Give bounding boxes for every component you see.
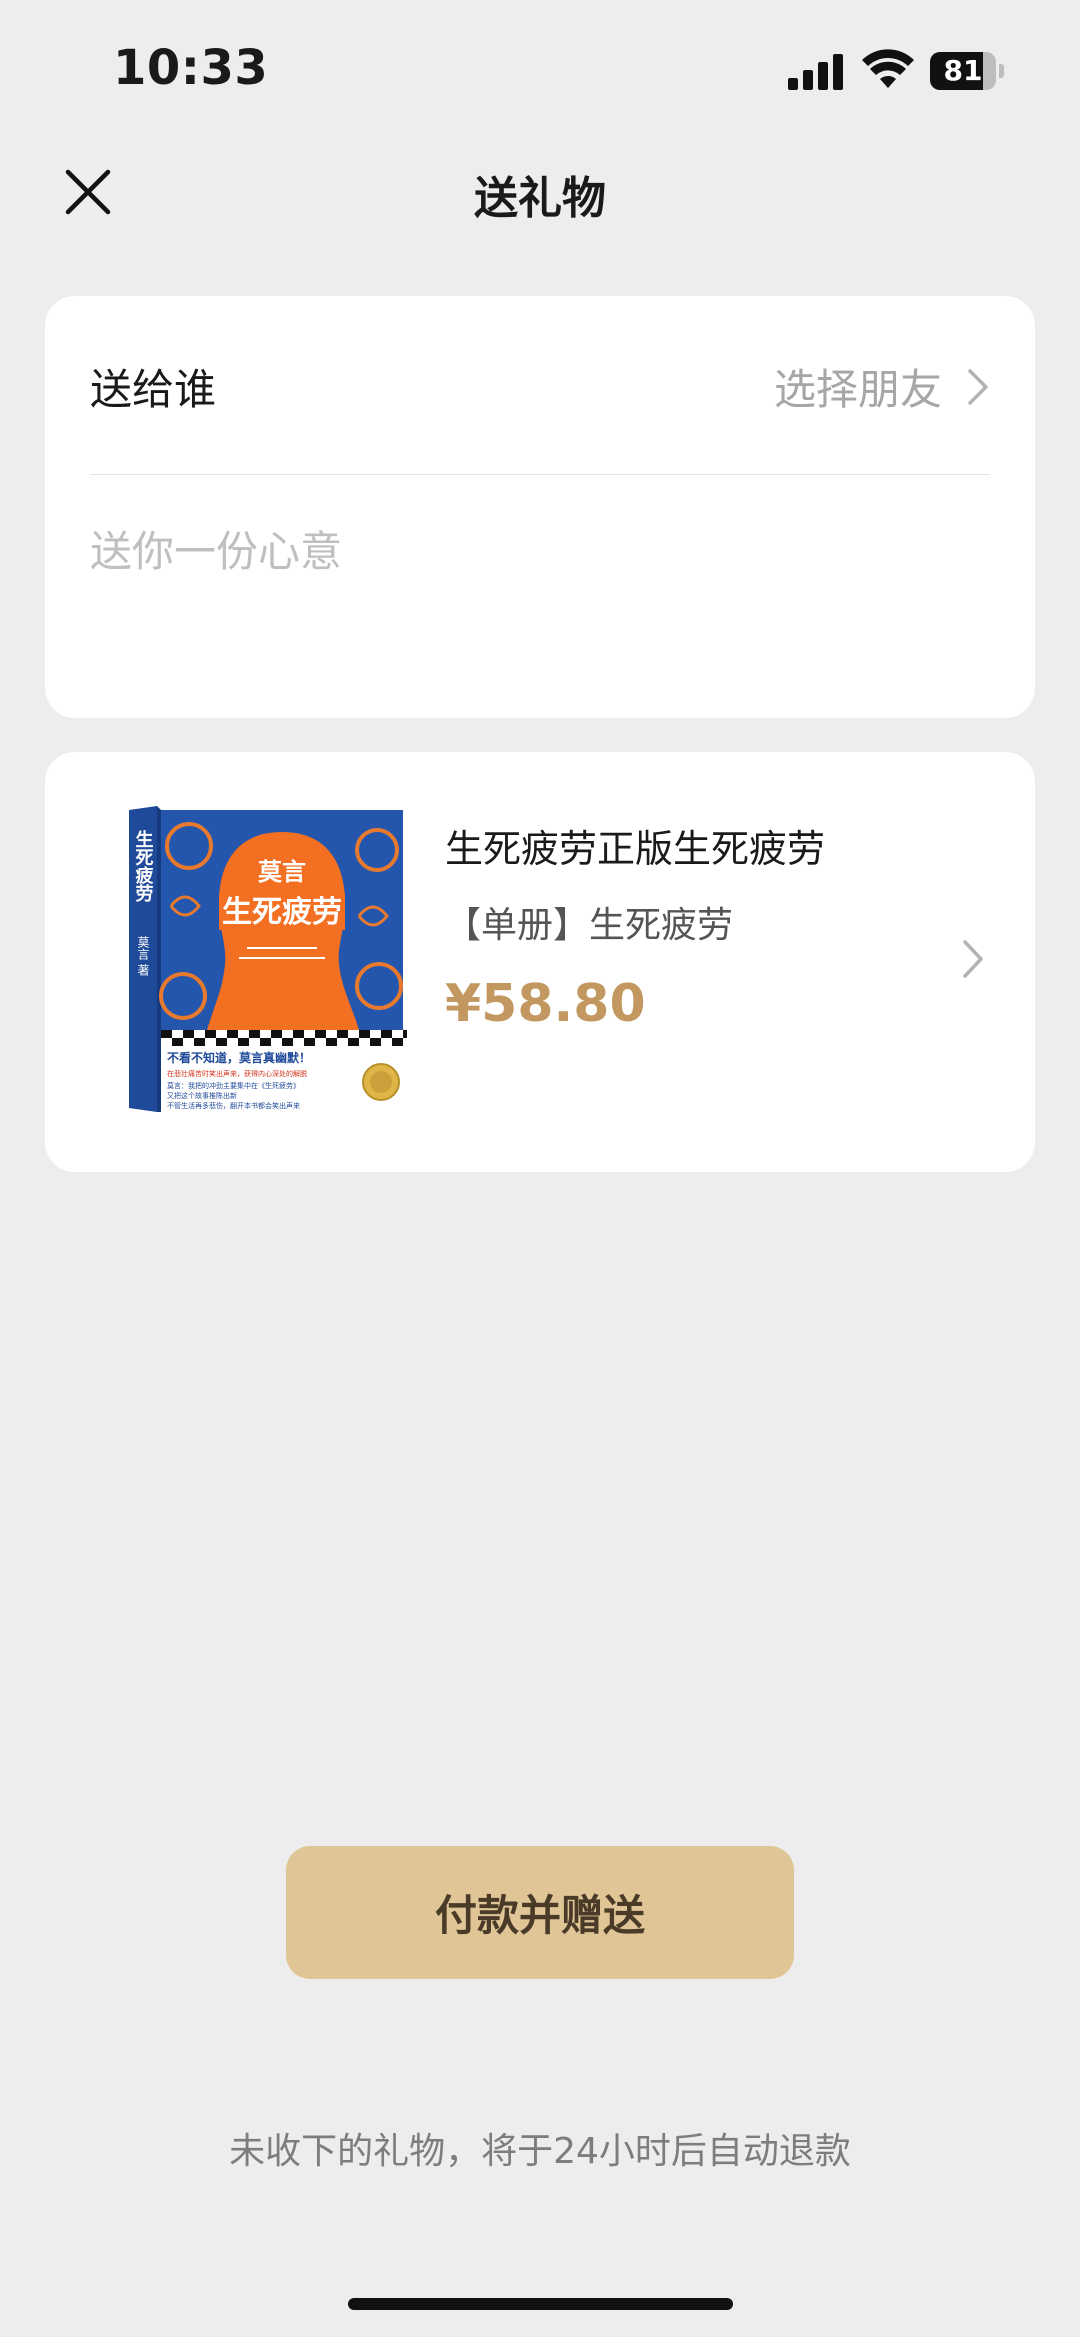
cover-slogan-5: 不管生活再多悲伤，翻开本书都会笑出声来: [167, 1101, 300, 1110]
cover-slogan-1: 不看不知道，莫言真幽默！: [167, 1050, 311, 1065]
page-title: 送礼物: [474, 173, 606, 224]
recipient-card: 送给谁 选择朋友 送你一份心意: [45, 296, 1035, 718]
battery-icon: 81: [930, 52, 1004, 90]
pay-and-send-button[interactable]: 付款并赠送: [286, 1846, 794, 1979]
message-input[interactable]: 送你一份心意: [90, 518, 342, 579]
choose-friend-text: 选择朋友: [773, 365, 942, 414]
cover-title: 生死疲劳: [222, 895, 342, 930]
recipient-label: 送给谁: [90, 365, 217, 414]
status-bar: 10:33 81: [0, 0, 1080, 130]
product-card[interactable]: 莫言 生死疲劳 生死疲劳 莫言 著 不看不知道，莫言真幽默！ 在悲壮痛苦时笑出声…: [45, 752, 1035, 1172]
recipient-row[interactable]: 送给谁 选择朋友: [90, 296, 990, 474]
cover-author: 莫言: [258, 857, 306, 886]
divider: [90, 474, 990, 475]
cellular-signal-icon: [788, 54, 846, 90]
wifi-icon: [862, 49, 914, 88]
nav-bar: 送礼物: [0, 150, 1080, 230]
refund-notice: 未收下的礼物，将于24小时后自动退款: [229, 2131, 851, 2172]
battery-level: 81: [943, 54, 983, 87]
product-price: ¥58.80: [445, 974, 646, 1034]
page: 10:33 81 送礼物 送给谁 选择朋友 送你一份心意 莫言 生死疲劳 生死疲…: [0, 0, 1080, 2337]
book-cover-image: 莫言 生死疲劳 生死疲劳 莫言 著 不看不知道，莫言真幽默！ 在悲壮痛苦时笑出声…: [129, 806, 407, 1112]
cover-spine-author: 莫言 著: [136, 936, 150, 977]
cover-slogan-4: 又把这个故事推陈出新: [167, 1091, 237, 1100]
status-time: 10:33: [113, 40, 269, 96]
chevron-right-icon: [963, 940, 983, 978]
product-name: 生死疲劳正版生死疲劳: [445, 827, 826, 871]
cover-slogan-2: 在悲壮痛苦时笑出声来，获得内心深处的解脱: [167, 1069, 307, 1078]
cover-slogan-3: 莫言：我把的冲劲主要集中在《生死疲劳》: [167, 1081, 300, 1090]
choose-friend-link[interactable]: 选择朋友: [774, 356, 990, 417]
home-indicator: [348, 2298, 733, 2310]
product-spec: 【单册】生死疲劳: [445, 905, 734, 946]
chevron-right-icon: [968, 368, 988, 405]
cover-spine-title: 生死疲劳: [133, 829, 154, 902]
